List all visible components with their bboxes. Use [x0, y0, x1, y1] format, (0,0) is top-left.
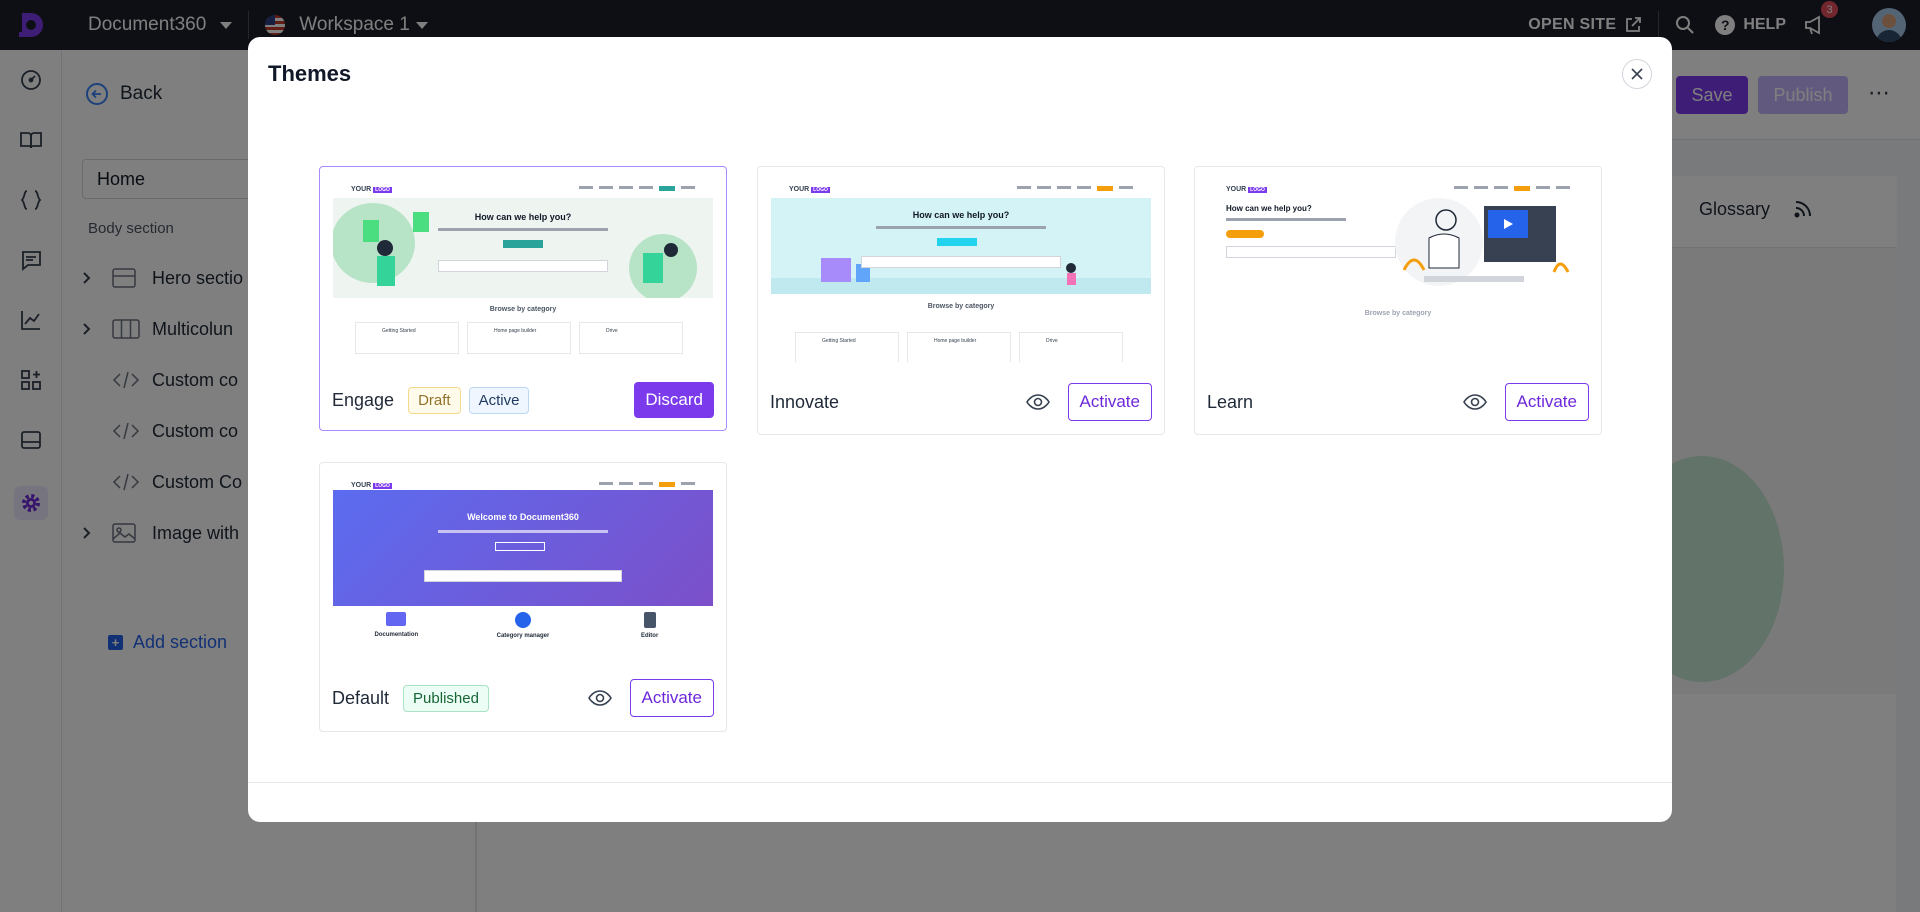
preview-heading: Welcome to Document360: [467, 512, 579, 522]
active-badge: Active: [468, 386, 530, 414]
preview-nav-links: [1017, 186, 1133, 191]
preview-eye-icon[interactable]: [1025, 394, 1050, 410]
preview-category-card: Getting Started: [355, 322, 459, 354]
preview-heading: How can we help you?: [474, 212, 572, 222]
preview-logo: YOUR LOGO: [789, 186, 830, 193]
preview-subtitle: [876, 226, 1046, 229]
theme-name: Innovate: [770, 391, 840, 412]
preview-nav: YOUR LOGO: [333, 476, 713, 490]
theme-card-default[interactable]: YOUR LOGO Welcome to Document360 Documen…: [319, 462, 727, 732]
theme-card-learn[interactable]: YOUR LOGO How can we help you? Browse by…: [1194, 166, 1602, 435]
preview-category-card: Drive: [579, 322, 683, 354]
preview-logo: YOUR LOGO: [1226, 186, 1267, 193]
preview-logo: YOUR LOGO: [351, 482, 392, 489]
preview-search: [1226, 246, 1396, 258]
theme-preview-engage[interactable]: YOUR LOGO How can we help you? Browse by…: [333, 180, 713, 362]
preview-nav: YOUR LOGO: [333, 180, 713, 194]
preview-search: [861, 256, 1061, 268]
preview-subtitle: [438, 530, 608, 533]
preview-nav-links: [599, 482, 695, 487]
preview-logo: YOUR LOGO: [351, 186, 392, 193]
preview-hero: How can we help you?: [333, 198, 713, 298]
activate-button[interactable]: Activate: [1504, 383, 1589, 421]
theme-card-footer: Engage Draft Active Discard: [332, 381, 714, 419]
preview-button: [495, 542, 545, 551]
preview-nav: YOUR LOGO: [771, 180, 1151, 194]
preview-eye-icon[interactable]: [1462, 394, 1487, 410]
preview-browse: Browse by category: [927, 303, 995, 310]
preview-search: [424, 570, 622, 582]
published-badge: Published: [403, 684, 489, 712]
learn-hero-illustration: [1395, 198, 1570, 286]
preview-button: [937, 238, 977, 246]
preview-button: [503, 240, 543, 248]
modal-title: Themes: [268, 61, 352, 86]
theme-card-innovate[interactable]: YOUR LOGO How can we help you? Browse by…: [757, 166, 1165, 435]
preview-nav-links: [579, 186, 695, 191]
preview-category-card: Home page builder: [467, 322, 571, 354]
activate-button[interactable]: Activate: [1067, 383, 1152, 421]
theme-preview-learn[interactable]: YOUR LOGO How can we help you? Browse by…: [1208, 180, 1588, 362]
preview-hero: Welcome to Document360: [333, 490, 713, 606]
activate-button[interactable]: Activate: [629, 679, 714, 717]
themes-modal: Themes YOUR LOGO How can we help you? Br…: [248, 37, 1672, 822]
theme-card-footer: Innovate Activate: [770, 383, 1152, 421]
theme-preview-default[interactable]: YOUR LOGO Welcome to Document360 Documen…: [333, 476, 713, 658]
preview-feature: Documentation: [351, 612, 441, 639]
modal-footer-divider: [248, 782, 1672, 783]
preview-hero: How can we help you?: [771, 198, 1151, 294]
close-icon: [1631, 68, 1643, 80]
theme-name: Learn: [1207, 391, 1254, 412]
preview-subtitle: [1226, 218, 1346, 221]
preview-features: Documentation Category manager Editor: [333, 612, 713, 639]
theme-preview-innovate[interactable]: YOUR LOGO How can we help you? Browse by…: [771, 180, 1151, 362]
preview-eye-icon[interactable]: [587, 690, 612, 706]
preview-browse: Browse by category: [489, 306, 557, 313]
preview-category-card: Getting Started: [795, 332, 899, 362]
preview-feature: Editor: [605, 612, 695, 639]
preview-category-cards: Getting Started Home page builder Drive: [795, 332, 1123, 362]
preview-feature: Category manager: [478, 612, 568, 639]
preview-category-card: Drive: [1019, 332, 1123, 362]
draft-badge: Draft: [408, 386, 461, 414]
preview-subtitle: [438, 228, 608, 231]
preview-browse: Browse by category: [1364, 310, 1432, 317]
preview-category-card: Home page builder: [907, 332, 1011, 362]
preview-category-cards: Getting Started Home page builder Drive: [355, 322, 683, 354]
theme-card-engage[interactable]: YOUR LOGO How can we help you? Browse by…: [319, 166, 727, 431]
preview-heading: How can we help you?: [912, 210, 1010, 220]
preview-button: [1226, 230, 1264, 238]
preview-heading: How can we help you?: [1226, 204, 1312, 213]
theme-name: Default: [332, 687, 390, 708]
theme-name: Engage: [332, 389, 395, 410]
preview-search: [438, 260, 608, 272]
discard-button[interactable]: Discard: [634, 382, 714, 418]
theme-card-footer: Default Published Activate: [332, 679, 714, 717]
close-button[interactable]: [1622, 59, 1652, 89]
theme-card-footer: Learn Activate: [1207, 383, 1589, 421]
